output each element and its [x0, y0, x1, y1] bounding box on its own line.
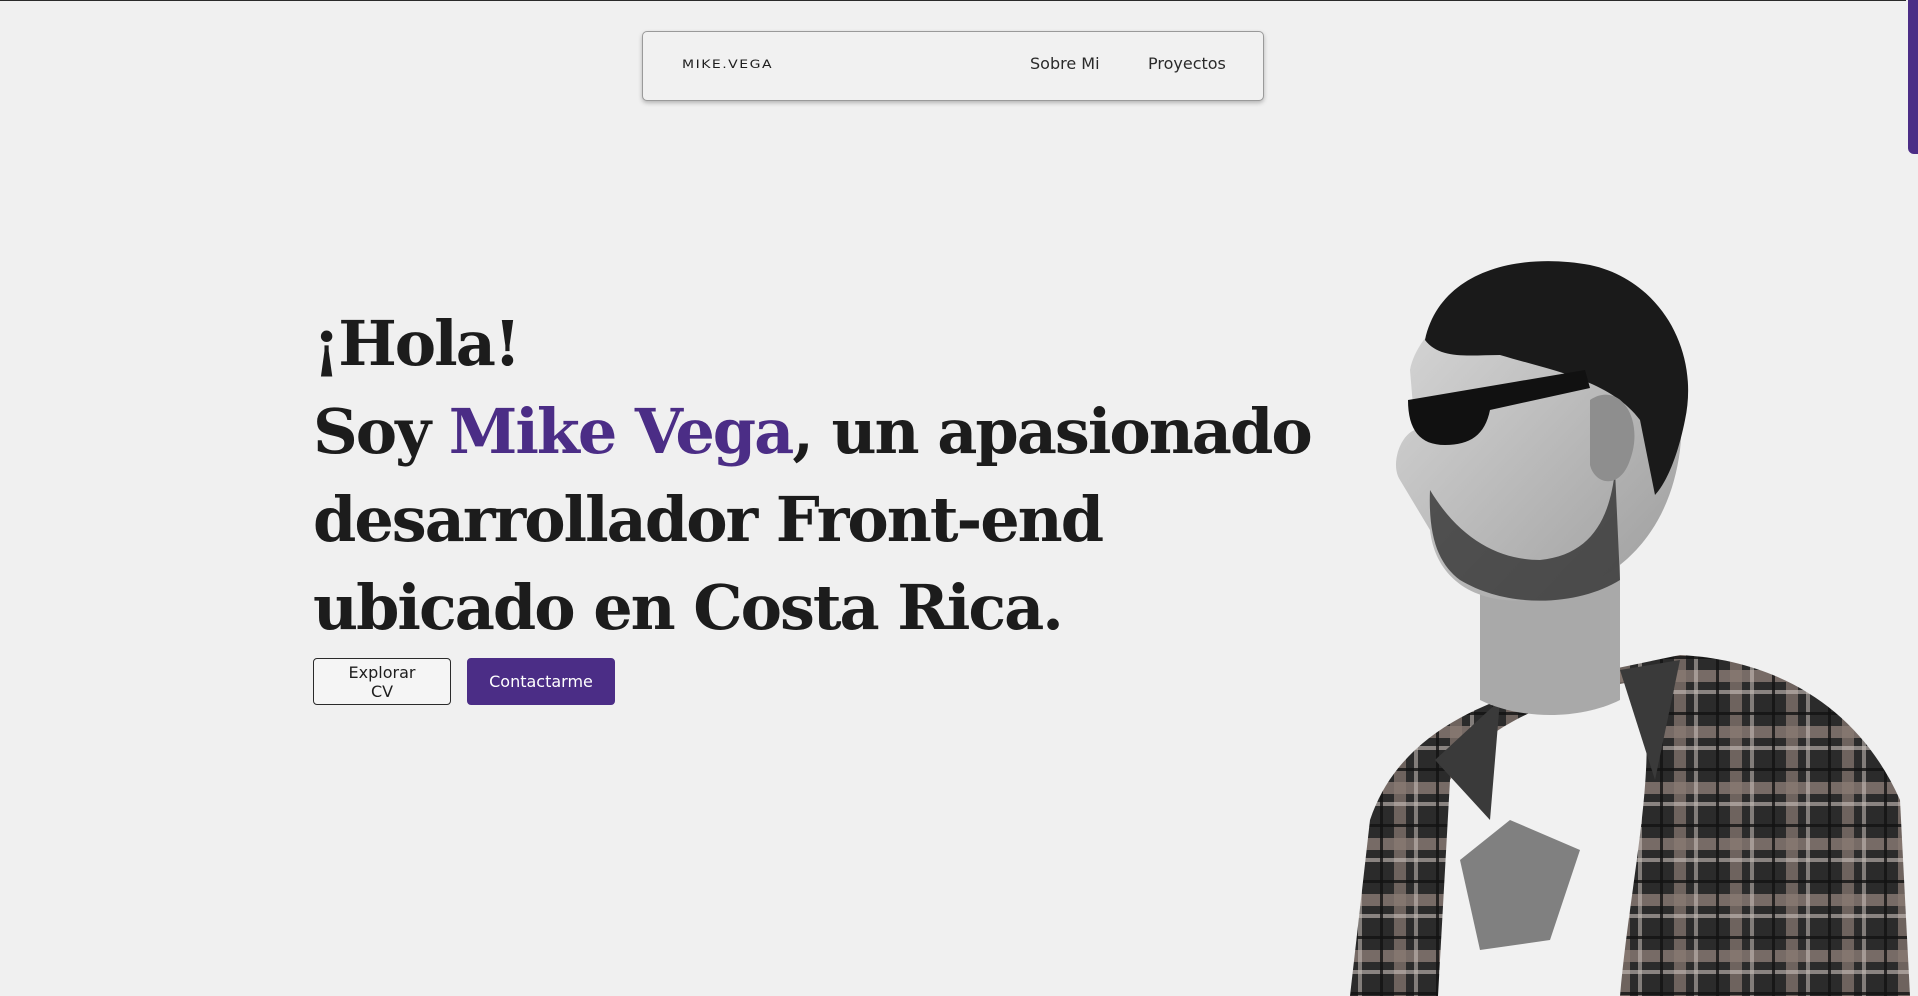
explore-cv-button[interactable]: Explorar CV — [313, 658, 451, 705]
hero-actions: Explorar CV Contactarme — [313, 658, 615, 705]
nav-link-sobre-mi[interactable]: Sobre Mi — [1030, 54, 1100, 73]
hero-name: Mike Vega — [448, 395, 795, 468]
hero-intro-line: Soy Mike Vega, un apasionado — [313, 388, 1313, 476]
nav-link-proyectos[interactable]: Proyectos — [1148, 54, 1226, 73]
scrollbar-thumb[interactable] — [1908, 0, 1918, 154]
profile-portrait — [1350, 261, 1910, 996]
hero-intro-prefix: Soy — [313, 395, 449, 468]
hero-location-line: ubicado en Costa Rica. — [313, 571, 1064, 644]
hero-greeting: ¡Hola! — [313, 307, 521, 380]
hero-intro-suffix: , un apasionado — [792, 395, 1312, 468]
navbar: MIKE.VEGA Sobre Mi Proyectos — [642, 31, 1264, 101]
brand-logo[interactable]: MIKE.VEGA — [682, 59, 773, 72]
hero-section: ¡Hola! Soy Mike Vega, un apasionado desa… — [313, 300, 1313, 652]
hero-role-line: desarrollador Front-end — [313, 483, 1104, 556]
top-border — [0, 0, 1918, 1]
contact-button[interactable]: Contactarme — [467, 658, 615, 705]
